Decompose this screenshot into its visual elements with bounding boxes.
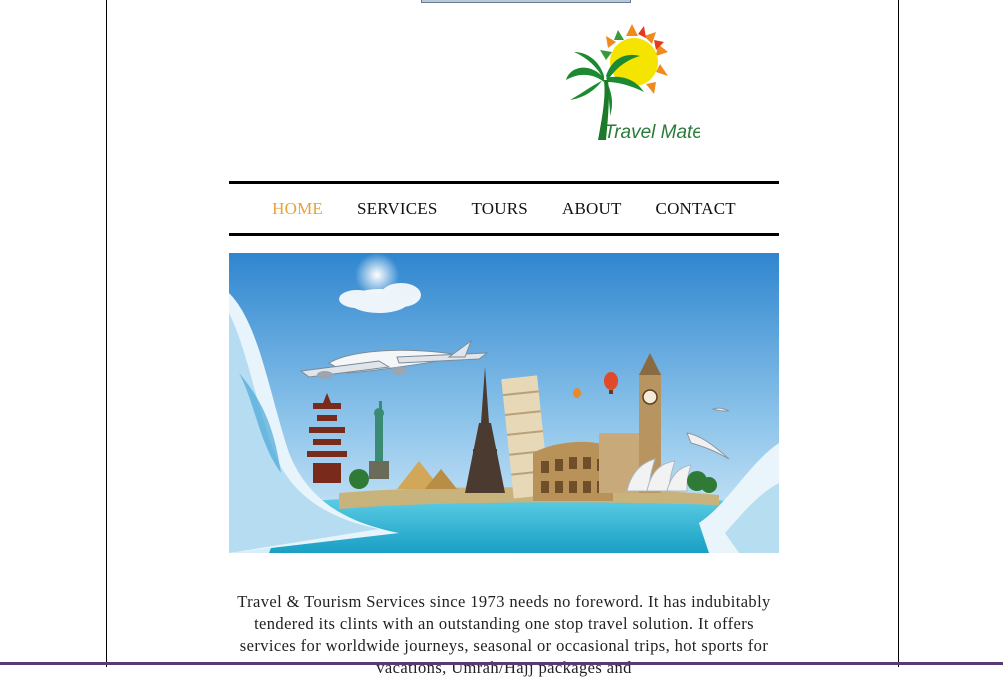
- nav-about[interactable]: ABOUT: [545, 199, 639, 219]
- top-bar: [421, 0, 631, 3]
- nav-tours[interactable]: TOURS: [455, 199, 545, 219]
- hero-banner: [229, 253, 779, 553]
- intro-paragraph: Travel & Tourism Services since 1973 nee…: [237, 591, 771, 677]
- sun-palm-icon: Travel Mate: [566, 24, 700, 143]
- nav-contact[interactable]: CONTACT: [639, 199, 753, 219]
- brand-logo[interactable]: Travel Mate: [560, 22, 700, 144]
- brand-name: Travel Mate: [604, 122, 700, 143]
- nav-home[interactable]: HOME: [255, 199, 340, 219]
- main-nav: HOME SERVICES TOURS ABOUT CONTACT: [229, 181, 779, 236]
- travel-landmarks-icon: [229, 253, 779, 553]
- nav-services[interactable]: SERVICES: [340, 199, 455, 219]
